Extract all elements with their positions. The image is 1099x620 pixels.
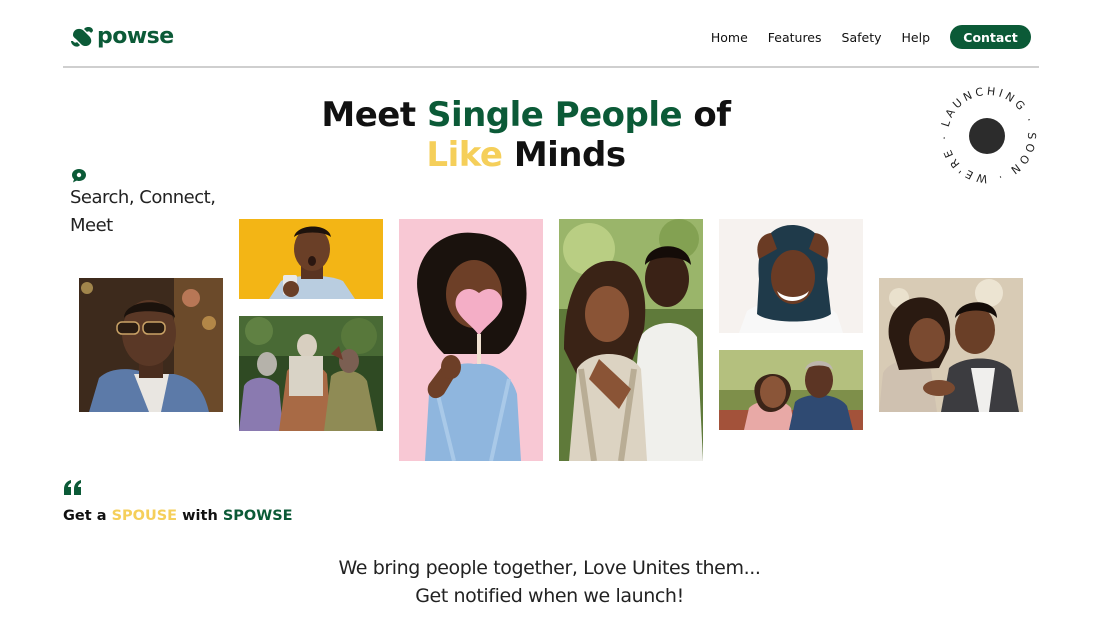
tagline-line2: Meet [70,215,113,236]
hero-line1-c: of [682,95,731,135]
slogan-spouse: SPOUSE [111,508,178,524]
hero-title: Meet Single People of Like Minds [0,95,1052,175]
woman-hijab-photo [719,219,863,333]
main-nav: Home Features Safety Help Contact [711,25,1031,49]
surprised-man-phone-photo [239,219,383,299]
logo-text: powse [97,24,174,49]
group-friends-photo [239,316,383,431]
footer-line2: Get notified when we launch! [415,585,684,607]
badge-center-dot [969,118,1005,154]
nav-help[interactable]: Help [902,30,931,45]
footer-message: We bring people together, Love Unites th… [0,554,1099,610]
hero-line2-b: Minds [502,135,626,175]
tagline-line1: Search, Connect, [70,187,216,208]
header-divider [63,66,1039,68]
hero-line1-b: Single People [426,95,683,135]
chat-bubble-icon [72,169,86,183]
launching-soon-badge: LAUNCHING · SOON · WE'RE · [935,82,1041,188]
slogan: Get a SPOUSE with SPOWSE [63,508,293,524]
nav-features[interactable]: Features [768,30,822,45]
nav-safety[interactable]: Safety [842,30,882,45]
footer-line1: We bring people together, Love Unites th… [338,557,761,579]
hero-line1-a: Meet [321,95,427,135]
hero-line2-a: Like [426,135,503,175]
woman-heart-photo [399,219,543,461]
slogan-brand: SPOWSE [222,508,293,524]
brand-logo[interactable]: powse [70,24,174,49]
slogan-part-c: with [177,508,223,524]
man-sunglasses-photo [79,278,223,412]
slogan-part-a: Get a [63,508,112,524]
nav-home[interactable]: Home [711,30,748,45]
couple-forehead-photo [879,278,1023,412]
couple-hug-photo [559,219,703,461]
quote-icon [64,480,81,495]
contact-button[interactable]: Contact [950,25,1031,49]
s-logo-icon [71,26,93,47]
tagline: Search, Connect, Meet [70,184,240,240]
older-couple-photo [719,350,863,430]
